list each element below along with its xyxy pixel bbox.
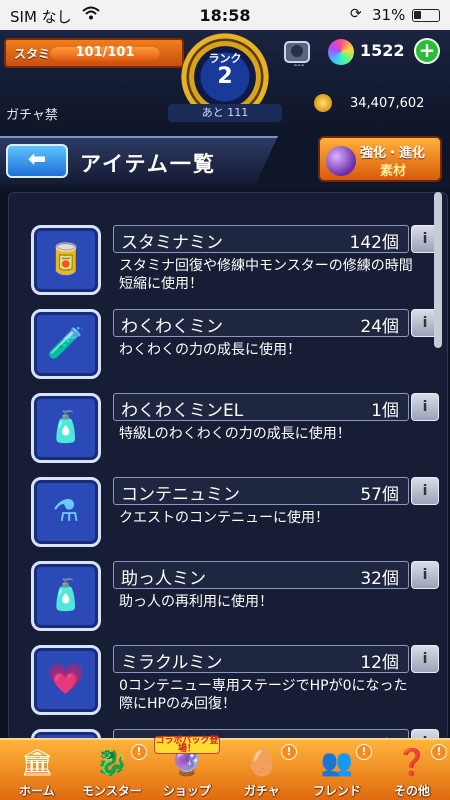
- nav-label: ホーム: [19, 784, 55, 798]
- coin-count: 34,407,602: [350, 96, 425, 111]
- item-description: スタミナ回復や修練中モンスターの修練の時間短縮に使用！: [119, 258, 413, 292]
- rank-value: 2: [217, 64, 233, 89]
- item-name: わくわくミン: [121, 317, 223, 337]
- item-row[interactable]: 🧴 助っ人ミン 32個 i 助っ人の再利用に使用！: [31, 561, 439, 635]
- item-count: 142個: [349, 233, 399, 253]
- item-count: 24個: [360, 317, 399, 337]
- info-icon: i: [422, 315, 428, 331]
- item-row[interactable]: 🧴 わくわくミンEL 1個 i 特級Lのわくわくの力の成長に使用！: [31, 393, 439, 467]
- item-name: スタミナミン: [121, 233, 223, 253]
- evolve-sub-label: 素材: [380, 164, 407, 179]
- item-name: わくわくミンEL: [121, 401, 244, 421]
- add-gem-button[interactable]: +: [414, 38, 440, 64]
- gem-count: 1522: [360, 41, 405, 60]
- item-row[interactable]: 💗 ミラクルミン 12個 i 0コンテニュー専用ステージでHPが0になった際にH…: [31, 645, 439, 719]
- miracle-heart-icon[interactable]: 💗: [31, 645, 101, 715]
- item-info-button[interactable]: i: [411, 645, 439, 673]
- item-name: 助っ人ミン: [121, 569, 206, 589]
- item-count: 12個: [360, 653, 399, 673]
- info-icon: i: [422, 483, 428, 499]
- item-row[interactable]: 🧪 わくわくミン 24個 i わくわくの力の成長に使用！: [31, 309, 439, 383]
- item-description: わくわくの力の成長に使用！: [119, 342, 301, 358]
- alert-badge: !: [281, 744, 297, 760]
- item-info-button[interactable]: i: [411, 477, 439, 505]
- nav-item-gacha[interactable]: 🥚 ガチャ!: [225, 740, 299, 800]
- gacha-ban-label: ガチャ禁: [6, 108, 58, 123]
- nav-item-friend[interactable]: 👥 フレンド!: [300, 740, 374, 800]
- item-count: 57個: [360, 485, 399, 505]
- collab-pack-badge: コラボパック登場！: [154, 736, 220, 754]
- stamina-can-icon[interactable]: 🥫: [31, 225, 101, 295]
- nav-item-shop[interactable]: 🔮 ショップ コラボパック登場！: [150, 736, 224, 800]
- title-bar: ⬅ アイテム一覧 強化・進化 素材: [0, 130, 450, 190]
- bottom-nav: 🏛 ホーム 🐉 モンスター! 🔮 ショップ コラボパック登場！ 🥚 ガチャ! 👥 フレンド…: [0, 736, 450, 800]
- nav-item-monster[interactable]: 🐉 モンスター!: [75, 740, 149, 800]
- item-count: 1個: [371, 401, 399, 421]
- info-icon: i: [422, 231, 428, 247]
- other-icon: ❓: [395, 748, 429, 778]
- battery-icon: [412, 9, 440, 22]
- material-orb-icon: [326, 146, 356, 176]
- item-count: 32個: [360, 569, 399, 589]
- item-description: 0コンテニュー専用ステージでHPが0になった際にHPのみ回復！: [119, 678, 408, 712]
- stamina-can-icon-glyph: 🥫: [47, 242, 85, 277]
- item-description: 助っ人の再利用に使用！: [119, 594, 273, 610]
- rank-next-exp: あと 111: [168, 104, 282, 122]
- friend-icon: 👥: [320, 748, 354, 778]
- item-name: ミラクルミン: [121, 653, 223, 673]
- item-description: クエストのコンテニューに使用！: [119, 510, 329, 526]
- item-list[interactable]: 🥫 スタミナミン 142個 i スタミナ回復や修練中モンスターの修練の時間短縮に…: [8, 192, 448, 740]
- info-icon: i: [422, 399, 428, 415]
- miracle-heart-icon-glyph: 💗: [47, 662, 85, 697]
- alert-badge: !: [356, 744, 372, 760]
- alert-badge: !: [131, 744, 147, 760]
- battery-percent: 31%: [372, 6, 406, 24]
- monster-icon: 🐉: [95, 748, 129, 778]
- evolve-label: 強化・進化: [360, 146, 426, 161]
- continue-flask-icon[interactable]: ⚗: [31, 477, 101, 547]
- rotation-lock-icon: ⟳: [350, 6, 362, 22]
- item-row[interactable]: 🥫 スタミナミン 142個 i スタミナ回復や修練中モンスターの修練の時間短縮に…: [31, 225, 439, 299]
- nav-label: ショップ: [162, 784, 211, 798]
- el-bottle-icon[interactable]: 🧴: [31, 393, 101, 463]
- info-icon: i: [422, 567, 428, 583]
- back-arrow-icon: ⬅: [27, 147, 47, 172]
- item-info-button[interactable]: i: [411, 561, 439, 589]
- item-info-button[interactable]: i: [411, 393, 439, 421]
- game-header: スタミナ 101/101 ランク 2 --- 1522 + ガチャ禁 あと 11…: [0, 30, 450, 130]
- nav-label: その他: [393, 784, 430, 798]
- status-bar: SIM なし 18:58 ⟳ 31%: [0, 0, 450, 30]
- back-button[interactable]: ⬅: [6, 144, 68, 178]
- helper-bottle-icon-glyph: 🧴: [47, 578, 85, 613]
- gem-icon: [328, 39, 354, 65]
- nav-item-other[interactable]: ❓ その他!: [375, 740, 449, 800]
- home-icon: 🏛: [20, 748, 54, 778]
- nav-item-home[interactable]: 🏛 ホーム: [0, 740, 74, 800]
- coin-icon: [314, 94, 332, 112]
- list-scrollbar[interactable]: [434, 192, 442, 348]
- orb-count: ---: [293, 60, 305, 71]
- stamina-value: 101/101: [75, 45, 135, 60]
- continue-flask-icon-glyph: ⚗: [52, 494, 80, 529]
- info-icon: i: [422, 651, 428, 667]
- nav-label: フレンド: [312, 784, 361, 798]
- helper-bottle-icon[interactable]: 🧴: [31, 561, 101, 631]
- page-title: アイテム一覧: [80, 152, 216, 176]
- enhance-evolve-materials-button[interactable]: 強化・進化 素材: [318, 136, 442, 182]
- sprout-bottle-icon[interactable]: 🧪: [31, 309, 101, 379]
- stamina-gauge: スタミナ 101/101: [4, 38, 184, 68]
- nav-label: モンスター: [82, 784, 142, 798]
- item-row[interactable]: ⚗ コンテニュミン 57個 i クエストのコンテニューに使用！: [31, 477, 439, 551]
- nav-label: ガチャ: [244, 784, 280, 798]
- item-name: コンテニュミン: [121, 485, 240, 505]
- el-bottle-icon-glyph: 🧴: [47, 410, 85, 445]
- sprout-bottle-icon-glyph: 🧪: [47, 326, 85, 361]
- item-description: 特級Lのわくわくの力の成長に使用！: [119, 426, 351, 442]
- alert-badge: !: [431, 744, 447, 760]
- gacha-icon: 🥚: [245, 748, 279, 778]
